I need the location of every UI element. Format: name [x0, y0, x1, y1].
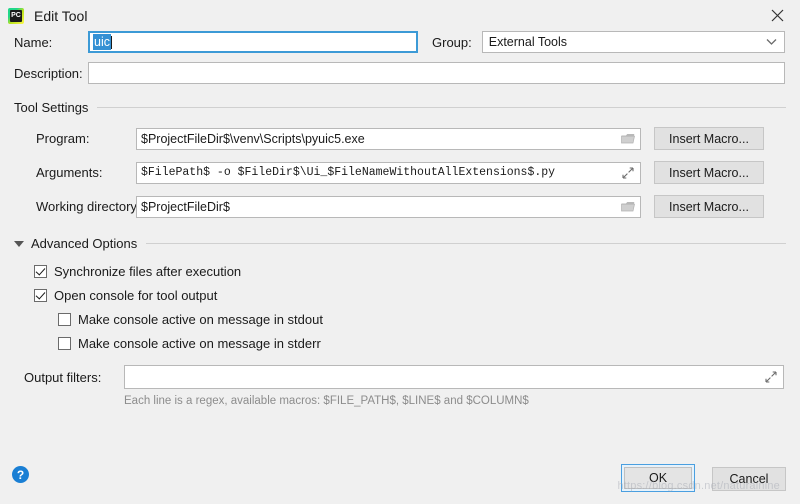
checkbox-row-stderr[interactable]: Make console active on message in stderr: [14, 336, 786, 351]
folder-glyph-icon: [621, 133, 635, 144]
output-filters-input[interactable]: [124, 365, 784, 389]
checkbox-console-active-stdout[interactable]: [58, 313, 71, 326]
title-bar: PC Edit Tool: [0, 0, 800, 31]
group-select[interactable]: External Tools: [482, 31, 785, 53]
expand-icon[interactable]: [621, 166, 635, 180]
checkbox-label-stderr: Make console active on message in stderr: [78, 336, 321, 351]
expand-arrows-icon: [622, 167, 634, 179]
checkbox-row-stdout[interactable]: Make console active on message in stdout: [14, 312, 786, 327]
description-label: Description:: [14, 66, 88, 81]
window-title: Edit Tool: [34, 8, 87, 24]
insert-macro-arguments-button[interactable]: Insert Macro...: [654, 161, 764, 184]
insert-macro-program-button[interactable]: Insert Macro...: [654, 127, 764, 150]
folder-icon[interactable]: [621, 200, 635, 214]
advanced-options-section-header[interactable]: Advanced Options: [14, 236, 786, 251]
group-select-value: External Tools: [489, 35, 567, 49]
output-filters-label: Output filters:: [14, 370, 124, 385]
tool-settings-title: Tool Settings: [14, 100, 88, 115]
program-input-value: $ProjectFileDir$\venv\Scripts\pyuic5.exe: [141, 132, 365, 146]
arguments-row: Arguments: $FilePath$ -o $FileDir$\Ui_$F…: [14, 161, 786, 184]
folder-glyph-icon: [621, 201, 635, 212]
working-directory-input[interactable]: $ProjectFileDir$: [136, 196, 641, 218]
section-divider: [146, 243, 786, 244]
name-input-value: uic: [93, 34, 111, 50]
pycharm-icon: PC: [8, 8, 24, 24]
folder-icon[interactable]: [621, 132, 635, 146]
description-input[interactable]: [88, 62, 785, 84]
description-row: Description:: [14, 62, 786, 84]
checkbox-open-console[interactable]: [34, 289, 47, 302]
help-icon-glyph: ?: [17, 468, 24, 482]
arguments-input[interactable]: $FilePath$ -o $FileDir$\Ui_$FileNameWith…: [136, 162, 641, 184]
expand-arrows-icon: [765, 371, 777, 383]
tool-settings-section-header: Tool Settings: [14, 100, 786, 115]
section-divider: [97, 107, 786, 108]
program-label: Program:: [14, 131, 136, 146]
insert-macro-working-directory-button[interactable]: Insert Macro...: [654, 195, 764, 218]
close-button[interactable]: [754, 0, 800, 31]
name-group-row: Name: uic Group: External Tools: [14, 31, 786, 53]
arguments-label: Arguments:: [14, 165, 136, 180]
checkbox-row-open-console[interactable]: Open console for tool output: [14, 288, 786, 303]
group-label: Group:: [432, 35, 472, 50]
name-input[interactable]: uic: [88, 31, 418, 53]
checkbox-row-sync-files[interactable]: Synchronize files after execution: [14, 264, 786, 279]
program-row: Program: $ProjectFileDir$\venv\Scripts\p…: [14, 127, 786, 150]
dialog-footer: ? OK Cancel https://blog.csdn.net/natura…: [0, 456, 800, 504]
triangle-down-icon[interactable]: [14, 241, 24, 247]
working-directory-label: Working directory:: [14, 199, 136, 214]
advanced-options-title: Advanced Options: [31, 236, 137, 251]
checkbox-label-open-console: Open console for tool output: [54, 288, 217, 303]
close-icon: [771, 9, 784, 22]
checkbox-console-active-stderr[interactable]: [58, 337, 71, 350]
chevron-down-icon: [766, 39, 777, 46]
checkbox-sync-files[interactable]: [34, 265, 47, 278]
expand-icon[interactable]: [764, 370, 778, 384]
arguments-input-value: $FilePath$ -o $FileDir$\Ui_$FileNameWith…: [141, 166, 555, 179]
output-filters-hint: Each line is a regex, available macros: …: [14, 395, 786, 407]
help-icon[interactable]: ?: [12, 466, 29, 483]
working-directory-input-value: $ProjectFileDir$: [141, 200, 230, 214]
working-directory-row: Working directory: $ProjectFileDir$ Inse…: [14, 195, 786, 218]
text-caret: [111, 36, 112, 49]
watermark-text: https://blog.csdn.net/naturalnine: [617, 480, 780, 492]
pycharm-icon-text: PC: [8, 9, 24, 22]
name-label: Name:: [14, 35, 88, 50]
checkbox-label-sync-files: Synchronize files after execution: [54, 264, 241, 279]
checkbox-label-stdout: Make console active on message in stdout: [78, 312, 323, 327]
output-filters-row: Output filters:: [14, 365, 786, 389]
dialog-body: Name: uic Group: External Tools Descript…: [0, 31, 800, 407]
program-input[interactable]: $ProjectFileDir$\venv\Scripts\pyuic5.exe: [136, 128, 641, 150]
